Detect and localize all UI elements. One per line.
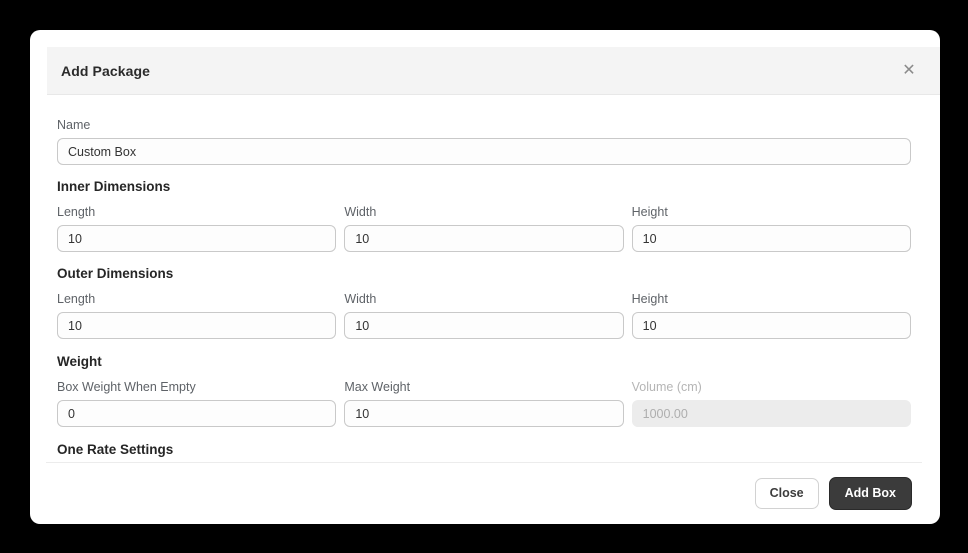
box-weight-empty-label: Box Weight When Empty — [57, 380, 196, 394]
inner-dimensions-heading: Inner Dimensions — [57, 179, 171, 194]
inner-dimensions-row: Length Width Height — [57, 204, 911, 252]
outer-width-label: Width — [344, 292, 377, 306]
volume-group: Volume (cm) — [631, 379, 911, 427]
volume-input — [631, 400, 911, 427]
inner-height-group: Height — [631, 204, 911, 252]
name-label: Name — [57, 118, 91, 132]
volume-label: Volume (cm) — [631, 380, 702, 394]
modal-body: Name Inner Dimensions Length Width — [30, 95, 940, 462]
outer-height-input[interactable] — [631, 312, 911, 339]
modal-header: Add Package ✕ — [47, 47, 940, 95]
weight-section: Weight Box Weight When Empty Max Weight … — [57, 353, 911, 427]
outer-height-group: Height — [631, 291, 911, 339]
weight-heading: Weight — [57, 354, 102, 369]
outer-width-group: Width — [344, 291, 624, 339]
inner-width-group: Width — [344, 204, 624, 252]
add-box-button[interactable]: Add Box — [828, 477, 912, 510]
name-field-group: Name — [57, 95, 911, 165]
weight-row: Box Weight When Empty Max Weight Volume … — [57, 379, 911, 427]
inner-length-input[interactable] — [57, 225, 337, 252]
outer-dimensions-row: Length Width Height — [57, 291, 911, 339]
inner-length-label: Length — [57, 205, 96, 219]
max-weight-input[interactable] — [344, 400, 624, 427]
outer-dimensions-section: Outer Dimensions Length Width Height — [57, 265, 911, 339]
inner-height-label: Height — [631, 205, 668, 219]
one-rate-settings-section: One Rate Settings Set Corresponding One … — [57, 441, 911, 462]
outer-length-group: Length — [57, 291, 337, 339]
screen: Add Package ✕ Name Inner Dimensions Leng… — [0, 0, 968, 553]
outer-length-label: Length — [57, 292, 96, 306]
outer-height-label: Height — [631, 292, 668, 306]
inner-width-label: Width — [344, 205, 377, 219]
inner-width-input[interactable] — [344, 225, 624, 252]
one-rate-settings-heading: One Rate Settings — [57, 442, 174, 457]
inner-dimensions-section: Inner Dimensions Length Width Height — [57, 178, 911, 252]
outer-dimensions-heading: Outer Dimensions — [57, 266, 174, 281]
outer-length-input[interactable] — [57, 312, 337, 339]
max-weight-label: Max Weight — [344, 380, 411, 394]
inner-length-group: Length — [57, 204, 337, 252]
close-icon[interactable]: ✕ — [900, 62, 918, 80]
outer-width-input[interactable] — [344, 312, 624, 339]
close-button[interactable]: Close — [754, 478, 819, 509]
add-package-modal: Add Package ✕ Name Inner Dimensions Leng… — [30, 30, 940, 524]
box-weight-empty-group: Box Weight When Empty — [57, 379, 337, 427]
name-input[interactable] — [57, 138, 911, 165]
page-title: Add Package — [61, 62, 151, 79]
modal-footer: Close Add Box — [46, 462, 922, 524]
max-weight-group: Max Weight — [344, 379, 624, 427]
box-weight-empty-input[interactable] — [57, 400, 337, 427]
inner-height-input[interactable] — [631, 225, 911, 252]
